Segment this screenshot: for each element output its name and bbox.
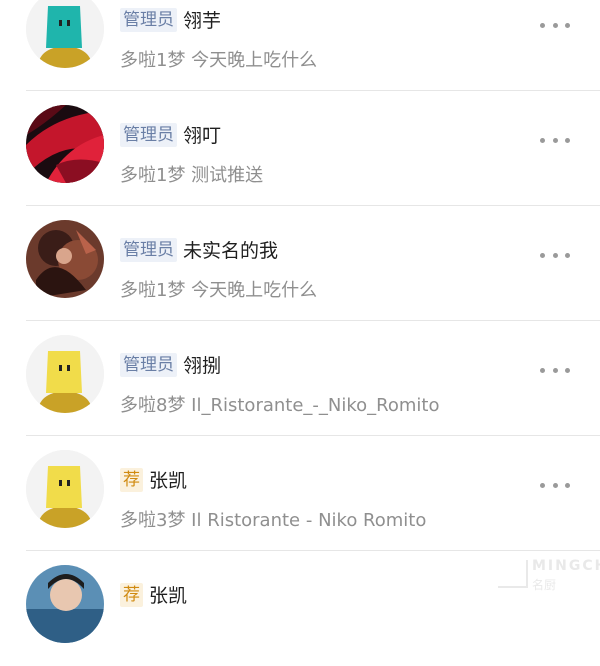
admin-badge: 管理员: [120, 237, 177, 262]
item-title: 管理员 翎捌: [120, 351, 221, 378]
item-subtitle: 多啦1梦 测试推送: [120, 165, 264, 186]
member-name: 张凯: [149, 470, 188, 492]
avatar[interactable]: [26, 450, 104, 528]
recommend-badge: 荐: [120, 467, 143, 492]
item-title: 管理员 翎叮: [120, 121, 221, 148]
member-name: 张凯: [149, 585, 188, 607]
more-options-icon[interactable]: [540, 250, 570, 260]
watermark-text-en: MINGCHU: [532, 558, 600, 574]
anime-character-avatar-icon: [26, 220, 104, 298]
list-item[interactable]: 管理员 未实名的我 多啦1梦 今天晚上吃什么: [0, 206, 600, 321]
red-abstract-avatar-icon: [26, 105, 104, 183]
more-options-icon[interactable]: [540, 20, 570, 30]
member-name: 翎叮: [183, 125, 222, 147]
item-subtitle: 多啦1梦 今天晚上吃什么: [120, 50, 318, 71]
item-title: 荐 张凯: [120, 466, 187, 493]
member-name: 翎芋: [183, 10, 222, 32]
robot-yellow-avatar-icon: [26, 335, 104, 413]
photo-person-avatar-icon: [26, 565, 104, 643]
list-item[interactable]: 管理员 翎叮 多啦1梦 测试推送: [0, 91, 600, 206]
member-name: 翎捌: [183, 355, 222, 377]
robot-teal-avatar-icon: [26, 0, 104, 68]
avatar[interactable]: [26, 105, 104, 183]
avatar[interactable]: [26, 335, 104, 413]
watermark-text-cn: 名厨: [532, 578, 557, 592]
watermark-logo: MINGCHU 名厨: [498, 558, 600, 594]
item-subtitle: 多啦3梦 Il Ristorante - Niko Romito: [120, 510, 427, 531]
admin-badge: 管理员: [120, 352, 177, 377]
admin-badge: 管理员: [120, 7, 177, 32]
item-title: 管理员 未实名的我: [120, 236, 278, 263]
avatar[interactable]: [26, 0, 104, 68]
avatar[interactable]: [26, 565, 104, 643]
list-item[interactable]: 管理员 翎捌 多啦8梦 Il_Ristorante_-_Niko_Romito: [0, 321, 600, 436]
member-name: 未实名的我: [183, 240, 279, 262]
avatar[interactable]: [26, 220, 104, 298]
item-title: 管理员 翎芋: [120, 6, 221, 33]
item-subtitle: 多啦1梦 今天晚上吃什么: [120, 280, 318, 301]
more-options-icon[interactable]: [540, 480, 570, 490]
recommend-badge: 荐: [120, 582, 143, 607]
robot-yellow-avatar-icon: [26, 450, 104, 528]
list-item[interactable]: 管理员 翎芋 多啦1梦 今天晚上吃什么: [0, 0, 600, 91]
more-options-icon[interactable]: [540, 135, 570, 145]
more-options-icon[interactable]: [540, 365, 570, 375]
admin-badge: 管理员: [120, 122, 177, 147]
list-item[interactable]: 荐 张凯 多啦3梦 Il Ristorante - Niko Romito: [0, 436, 600, 551]
item-title: 荐 张凯: [120, 581, 187, 608]
item-subtitle: 多啦8梦 Il_Ristorante_-_Niko_Romito: [120, 395, 440, 416]
